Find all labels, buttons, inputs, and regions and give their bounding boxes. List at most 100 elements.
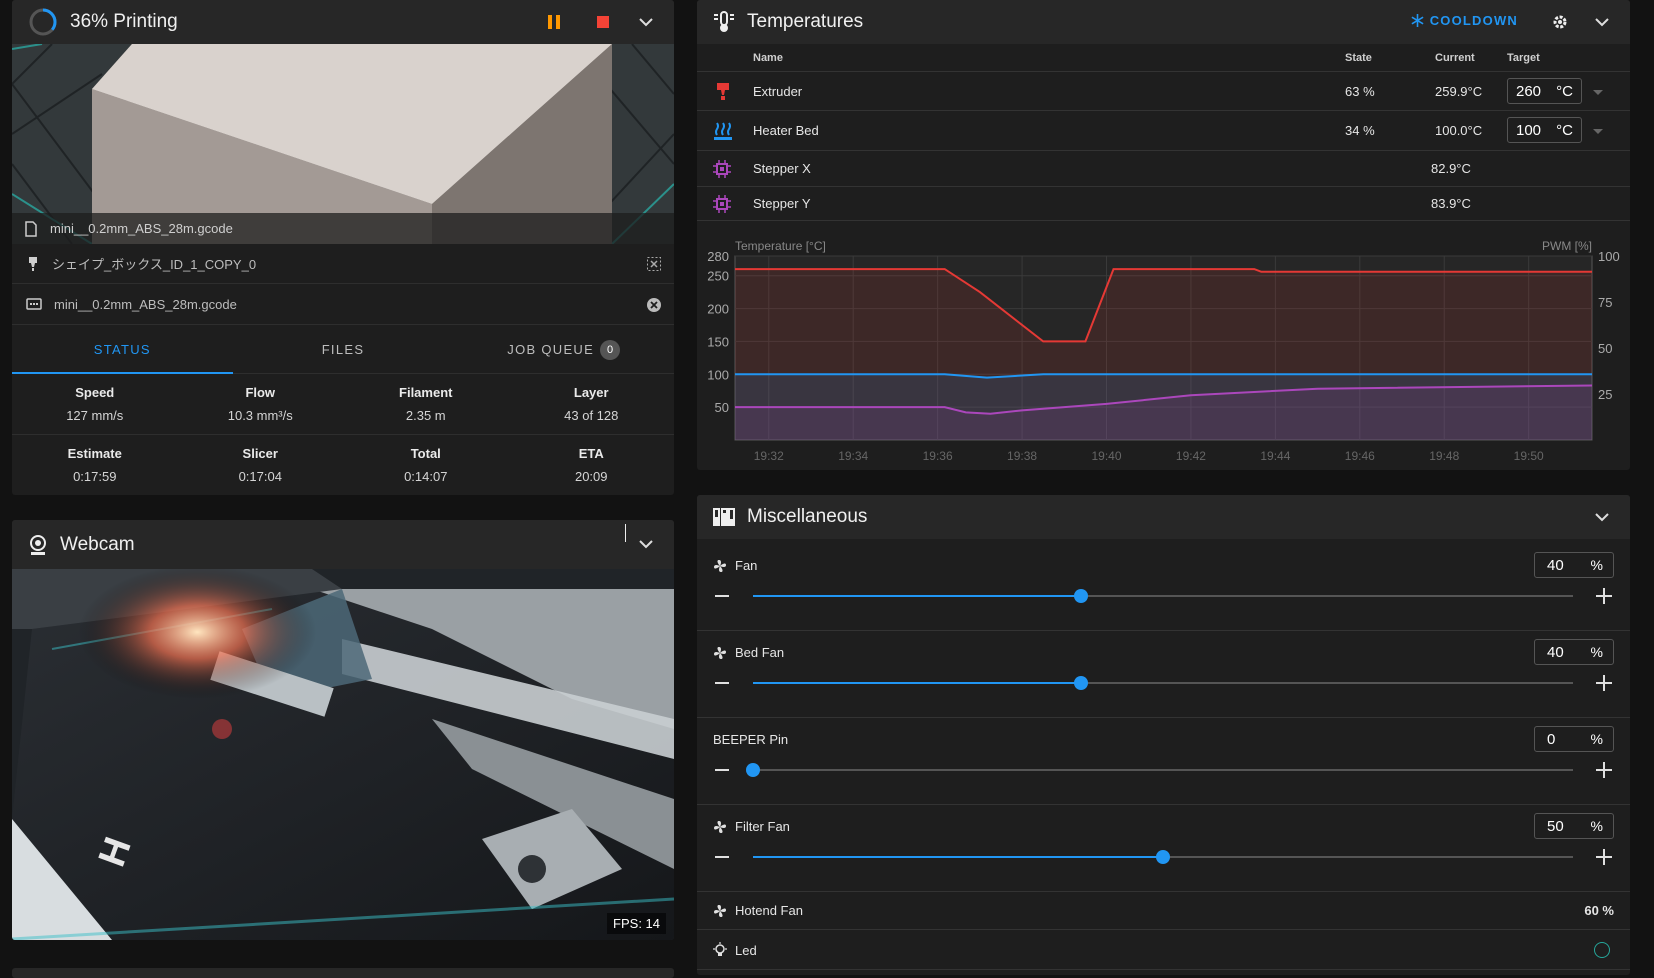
preset-dropdown-icon[interactable]	[1593, 129, 1603, 134]
stat-estimate: Estimate 0:17:59	[67, 446, 122, 484]
x-tick-label: 19:46	[1345, 449, 1375, 463]
close-circle-icon[interactable]	[646, 297, 662, 313]
stat-total: Total 0:14:07	[404, 446, 448, 484]
object-name: シェイプ_ボックス_ID_1_COPY_0	[52, 257, 257, 272]
fan-icon	[713, 646, 727, 660]
chevron-down-icon[interactable]	[636, 534, 656, 554]
pause-icon[interactable]	[546, 14, 562, 30]
y-tick-label: 250	[707, 269, 729, 284]
status-header: 36% Printing	[12, 0, 674, 44]
progress-ring-icon	[28, 7, 58, 37]
gear-icon[interactable]	[1552, 14, 1568, 30]
y2-tick-label: 25	[1598, 387, 1612, 402]
exclude-object-icon[interactable]	[646, 256, 662, 272]
tab-job-queue[interactable]: JOB QUEUE 0	[453, 326, 674, 373]
fan-icon	[713, 904, 727, 918]
temperatures-header: Temperatures COOLDOWN	[697, 0, 1630, 44]
extruder-icon	[713, 82, 733, 102]
hotend-fan-value: 60 %	[1584, 903, 1614, 918]
fan-icon	[713, 559, 727, 573]
chevron-down-icon[interactable]	[1592, 12, 1612, 32]
thermometer-icon	[713, 11, 735, 33]
stat-slicer: Slicer 0:17:04	[238, 446, 282, 484]
temperature-chart: 19:32 19:34 19:36 19:38 19:40 19:42 19:44 19:46…	[707, 239, 1619, 463]
x-tick-label: 19:48	[1429, 449, 1459, 463]
fan-slider[interactable]	[746, 763, 1573, 777]
file-icon	[24, 220, 38, 237]
y2-tick-label: 50	[1598, 341, 1612, 356]
sensor-name: Heater Bed	[753, 123, 819, 138]
status-title: 36% Printing	[70, 11, 178, 32]
object-row: シェイプ_ボックス_ID_1_COPY_0	[12, 244, 674, 284]
stat-layer: Layer 43 of 128	[564, 385, 619, 423]
x-tick-label: 19:50	[1514, 449, 1544, 463]
preset-dropdown-icon[interactable]	[1593, 90, 1603, 95]
heater-bed-icon	[713, 121, 733, 141]
sensor-current: 100.0°C	[1435, 123, 1483, 138]
sensor-state: 63 %	[1345, 84, 1375, 99]
stats-row-2: Estimate 0:17:59 Slicer 0:17:04 Total 0:14:…	[12, 436, 674, 494]
decrease-button[interactable]	[715, 682, 729, 684]
fan-value-input[interactable]: 0%	[1534, 726, 1614, 752]
chevron-down-icon[interactable]	[1592, 507, 1612, 527]
thumbnail-filename-bar: mini__0.2mm_ABS_28m.gcode	[12, 213, 674, 244]
decrease-button[interactable]	[715, 595, 729, 597]
x-tick-label: 19:40	[1091, 449, 1121, 463]
snowflake-icon	[1411, 14, 1424, 27]
x-tick-label: 19:34	[838, 449, 868, 463]
webcam-stream: H FPS: 14	[12, 569, 674, 940]
stop-icon[interactable]	[595, 14, 611, 30]
slider-handle[interactable]	[1074, 676, 1088, 690]
fan-icon	[713, 820, 727, 834]
chevron-down-icon[interactable]	[636, 12, 656, 32]
slider-handle[interactable]	[1074, 589, 1088, 603]
y-tick-label: 50	[715, 400, 729, 415]
fan-value-input[interactable]: 50%	[1534, 813, 1614, 839]
fan-label: BEEPER Pin	[713, 732, 789, 747]
led-label: Led	[735, 942, 757, 958]
increase-button[interactable]	[1596, 588, 1612, 604]
tab-files[interactable]: FILES	[233, 326, 454, 373]
x-tick-label: 19:42	[1176, 449, 1206, 463]
slider-handle[interactable]	[1156, 850, 1170, 864]
webcam-title: Webcam	[60, 533, 135, 555]
increase-button[interactable]	[1596, 762, 1612, 778]
increase-button[interactable]	[1596, 849, 1612, 865]
increase-button[interactable]	[1596, 675, 1612, 691]
table-row-stepper-x: Stepper X 82.9°C	[697, 151, 1630, 187]
led-color-swatch[interactable]	[1594, 942, 1610, 958]
sensor-current: 82.9°C	[1431, 161, 1471, 176]
decrease-button[interactable]	[715, 856, 729, 858]
y2-tick-label: 75	[1598, 295, 1612, 310]
sensor-name: Extruder	[753, 84, 803, 99]
fan-label: Fan	[713, 558, 757, 573]
fan-label: Filter Fan	[713, 819, 790, 834]
fan-control-beeper-pin: BEEPER Pin 0%	[697, 718, 1630, 805]
fan-label: Bed Fan	[713, 645, 784, 660]
fan-control-fan: Fan 40%	[697, 544, 1630, 631]
light-bulb-icon	[713, 942, 727, 958]
chip-icon	[713, 195, 731, 213]
sensor-state: 34 %	[1345, 123, 1375, 138]
fan-value-input[interactable]: 40%	[1534, 552, 1614, 578]
hotend-fan-row: Hotend Fan 60 %	[697, 892, 1630, 930]
webcam-header: Webcam	[12, 520, 674, 569]
webcam-icon	[28, 534, 48, 556]
fan-slider[interactable]	[753, 589, 1573, 603]
fan-slider[interactable]	[753, 850, 1573, 864]
miscellaneous-title: Miscellaneous	[747, 506, 868, 527]
fan-slider[interactable]	[753, 676, 1573, 690]
slider-handle[interactable]	[746, 763, 760, 777]
cooldown-button[interactable]: COOLDOWN	[1411, 13, 1518, 28]
chip-icon	[713, 160, 731, 178]
stats-row-1: Speed 127 mm/s Flow 10.3 mm³/s Filament 2.3…	[12, 375, 674, 435]
hotend-fan-label: Hotend Fan	[735, 903, 803, 918]
heater-bed-target-input[interactable]: 100 °C	[1507, 117, 1582, 143]
tab-status[interactable]: STATUS	[12, 326, 233, 374]
extruder-target-input[interactable]: 260 °C	[1507, 78, 1582, 104]
decrease-button[interactable]	[715, 769, 729, 771]
x-tick-label: 19:44	[1260, 449, 1290, 463]
fan-value-input[interactable]: 40%	[1534, 639, 1614, 665]
temperatures-card: Temperatures COOLDOWN Name State Current…	[697, 0, 1630, 470]
table-row-stepper-y: Stepper Y 83.9°C	[697, 187, 1630, 221]
